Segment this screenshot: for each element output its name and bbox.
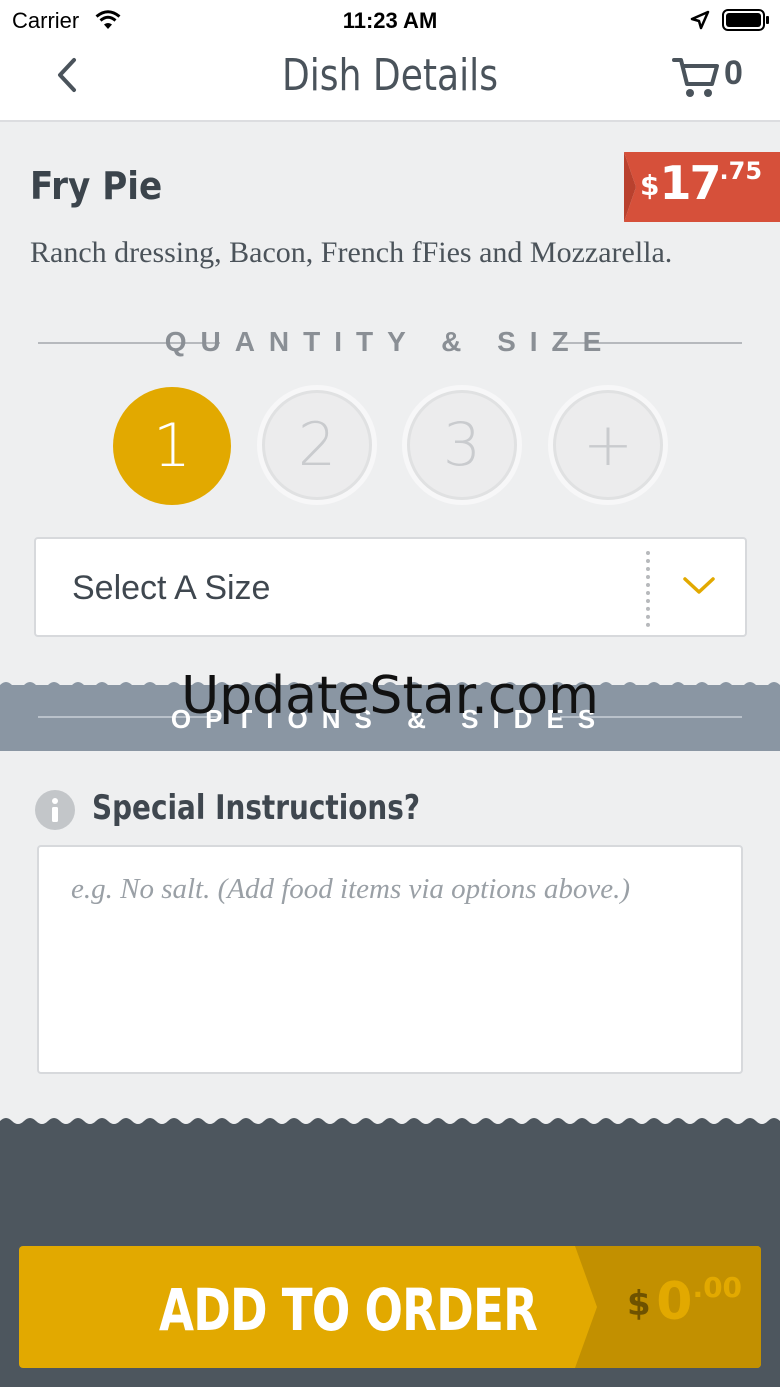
quantity-option-3[interactable]: 3 — [407, 390, 517, 500]
cart-count[interactable]: 0 — [724, 54, 743, 93]
watermark: UpdateStar.com — [181, 666, 599, 726]
page-title: Dish Details — [281, 50, 499, 101]
info-icon — [35, 790, 75, 830]
status-time: 11:23 AM — [342, 8, 438, 33]
quantity-more-button[interactable]: + — [553, 390, 663, 500]
location-arrow-icon — [690, 10, 710, 30]
dish-price: $17.75 — [640, 156, 762, 210]
status-bar: Carrier 11:23 AM — [0, 0, 780, 40]
total-cents: .00 — [692, 1271, 743, 1304]
nav-bar: Dish Details 0 — [0, 40, 780, 122]
total-currency: $ — [627, 1284, 651, 1324]
size-select-value: Select A Size — [72, 569, 271, 607]
chevron-down-icon — [683, 577, 715, 594]
special-instructions-label: Special Instructions? — [92, 788, 421, 828]
special-instructions-input[interactable] — [37, 845, 743, 1074]
dish-description: Ranch dressing, Bacon, French fFies and … — [30, 236, 673, 269]
quantity-size-heading: QUANTITY & SIZE — [164, 326, 616, 357]
price-main: 17 — [659, 156, 721, 210]
dish-name: Fry Pie — [30, 164, 163, 208]
dotted-divider — [646, 551, 650, 627]
price-cents: .75 — [719, 157, 763, 185]
add-to-order-label: ADD TO ORDER — [159, 1276, 538, 1344]
add-to-order-button[interactable]: ADD TO ORDER $ 0.00 — [19, 1246, 761, 1368]
total-main: 0 — [656, 1272, 693, 1332]
quantity-option-2[interactable]: 2 — [262, 390, 372, 500]
size-select[interactable]: Select A Size — [34, 537, 747, 637]
order-total: $ 0.00 — [627, 1271, 743, 1332]
battery-icon — [722, 9, 769, 31]
price-currency: $ — [640, 169, 660, 202]
quantity-option-1[interactable]: 1 — [113, 387, 231, 505]
cart-icon[interactable] — [672, 56, 720, 100]
